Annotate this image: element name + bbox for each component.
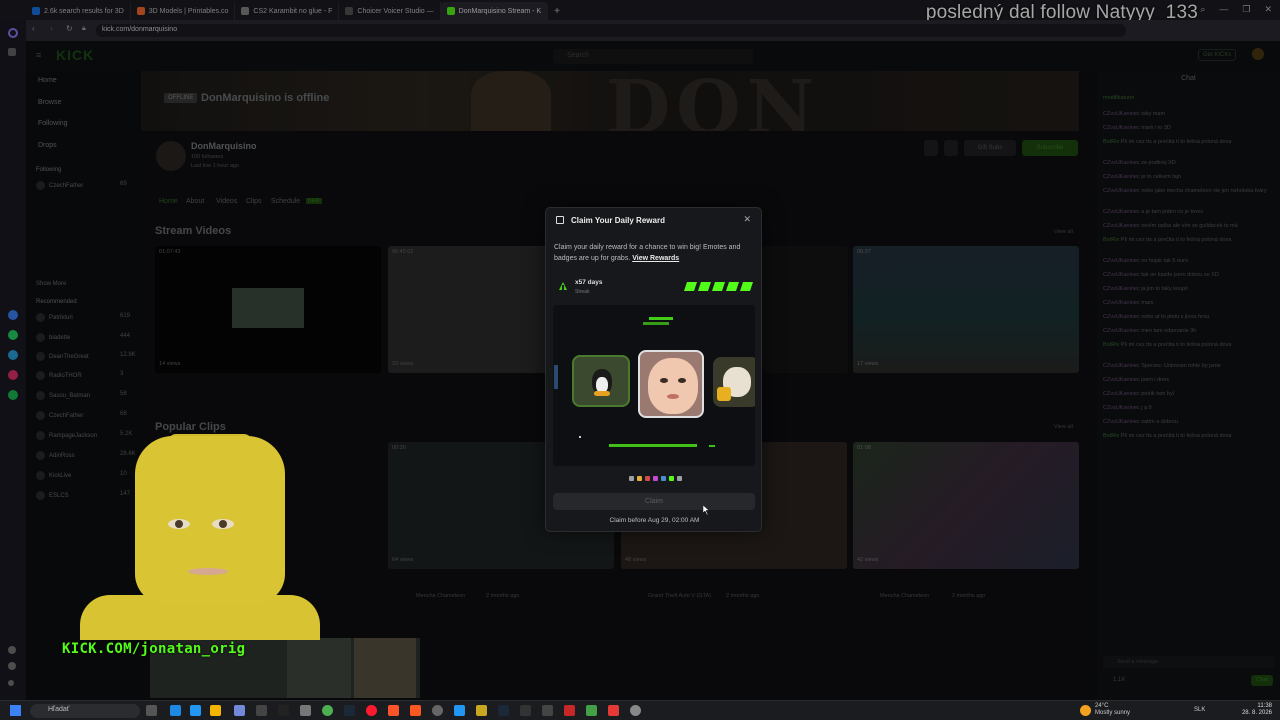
steam-icon[interactable] bbox=[344, 705, 355, 716]
pixel-decoration bbox=[709, 445, 715, 447]
stream-channel-label: KICK.COM/jonatan_orig bbox=[62, 641, 246, 657]
app-icon[interactable] bbox=[256, 705, 267, 716]
mouse-cursor-icon bbox=[703, 505, 710, 515]
app-icon[interactable] bbox=[564, 705, 575, 716]
streak-segment bbox=[698, 282, 711, 291]
streak-progress bbox=[684, 282, 753, 291]
streak-segment bbox=[740, 282, 753, 291]
discord-icon[interactable] bbox=[234, 705, 245, 716]
pixel-decoration bbox=[643, 322, 669, 325]
lego-eye bbox=[168, 519, 190, 529]
reward-carousel bbox=[553, 305, 755, 466]
streak-label: Streak bbox=[575, 289, 590, 295]
taskbar-search[interactable]: Hľadať bbox=[30, 704, 140, 718]
rarity-dot bbox=[653, 476, 658, 481]
app-icon[interactable] bbox=[454, 705, 465, 716]
emote-cat bbox=[713, 357, 755, 407]
pixel-decoration bbox=[649, 317, 673, 320]
emote-edge bbox=[554, 365, 558, 389]
mail-icon[interactable] bbox=[190, 705, 201, 716]
chrome-icon[interactable] bbox=[322, 705, 333, 716]
close-icon[interactable]: ✕ bbox=[743, 214, 751, 225]
streak-segment bbox=[712, 282, 725, 291]
thumbnail-strip bbox=[354, 638, 416, 698]
app-icon[interactable] bbox=[300, 705, 311, 716]
brave-icon[interactable] bbox=[388, 705, 399, 716]
weather-widget[interactable]: 24°C Mostly sunny bbox=[1095, 703, 1130, 717]
weather-icon bbox=[1080, 705, 1091, 716]
claim-deadline: Claim before Aug 29, 02:00 AM bbox=[609, 517, 700, 524]
app-icon[interactable] bbox=[542, 705, 553, 716]
app-icon[interactable] bbox=[476, 705, 487, 716]
reward-rarity-dots bbox=[629, 476, 682, 481]
app-icon[interactable] bbox=[586, 705, 597, 716]
app-icon[interactable] bbox=[520, 705, 531, 716]
streak-icon bbox=[559, 282, 567, 290]
emote-baby-face bbox=[638, 350, 704, 418]
language-indicator[interactable]: SLK bbox=[1194, 707, 1205, 713]
modal-title: Claim Your Daily Reward bbox=[571, 216, 665, 225]
view-rewards-link[interactable]: View Rewards bbox=[632, 255, 679, 262]
rarity-dot bbox=[637, 476, 642, 481]
rarity-dot bbox=[661, 476, 666, 481]
claim-button[interactable]: Claim bbox=[553, 493, 755, 510]
thumbnail-strip bbox=[287, 638, 351, 698]
windows-start-icon[interactable] bbox=[10, 705, 21, 716]
modal-description: Claim your daily reward for a chance to … bbox=[554, 242, 754, 264]
edge-icon[interactable] bbox=[170, 705, 181, 716]
lego-head bbox=[135, 436, 285, 604]
app-icon[interactable] bbox=[410, 705, 421, 716]
streak-segment bbox=[684, 282, 697, 291]
opera-icon[interactable] bbox=[366, 705, 377, 716]
app-icon[interactable] bbox=[608, 705, 619, 716]
clock[interactable]: 11:38 28. 8. 2026 bbox=[1238, 703, 1272, 717]
pixel-decoration bbox=[609, 444, 697, 447]
explorer-icon[interactable] bbox=[210, 705, 221, 716]
app-icon[interactable] bbox=[278, 705, 289, 716]
rarity-dot bbox=[645, 476, 650, 481]
pixel-decoration bbox=[579, 436, 581, 438]
windows-taskbar: Hľadať 24°C Mostly sunny SLK 11:38 28. 8. … bbox=[0, 700, 1280, 720]
task-view-icon[interactable] bbox=[146, 705, 157, 716]
daily-reward-modal: Claim Your Daily Reward ✕ Claim your dai… bbox=[545, 207, 762, 532]
lego-mouth bbox=[188, 568, 228, 575]
gift-icon bbox=[556, 216, 564, 224]
app-icon[interactable] bbox=[630, 705, 641, 716]
rarity-dot bbox=[629, 476, 634, 481]
streak-days: x57 days bbox=[575, 279, 603, 286]
lego-eye bbox=[212, 519, 234, 529]
emote-penguin bbox=[572, 355, 630, 407]
app-icon[interactable] bbox=[498, 705, 509, 716]
rarity-dot bbox=[669, 476, 674, 481]
rarity-dot bbox=[677, 476, 682, 481]
settings-icon[interactable] bbox=[432, 705, 443, 716]
streak-segment bbox=[726, 282, 739, 291]
